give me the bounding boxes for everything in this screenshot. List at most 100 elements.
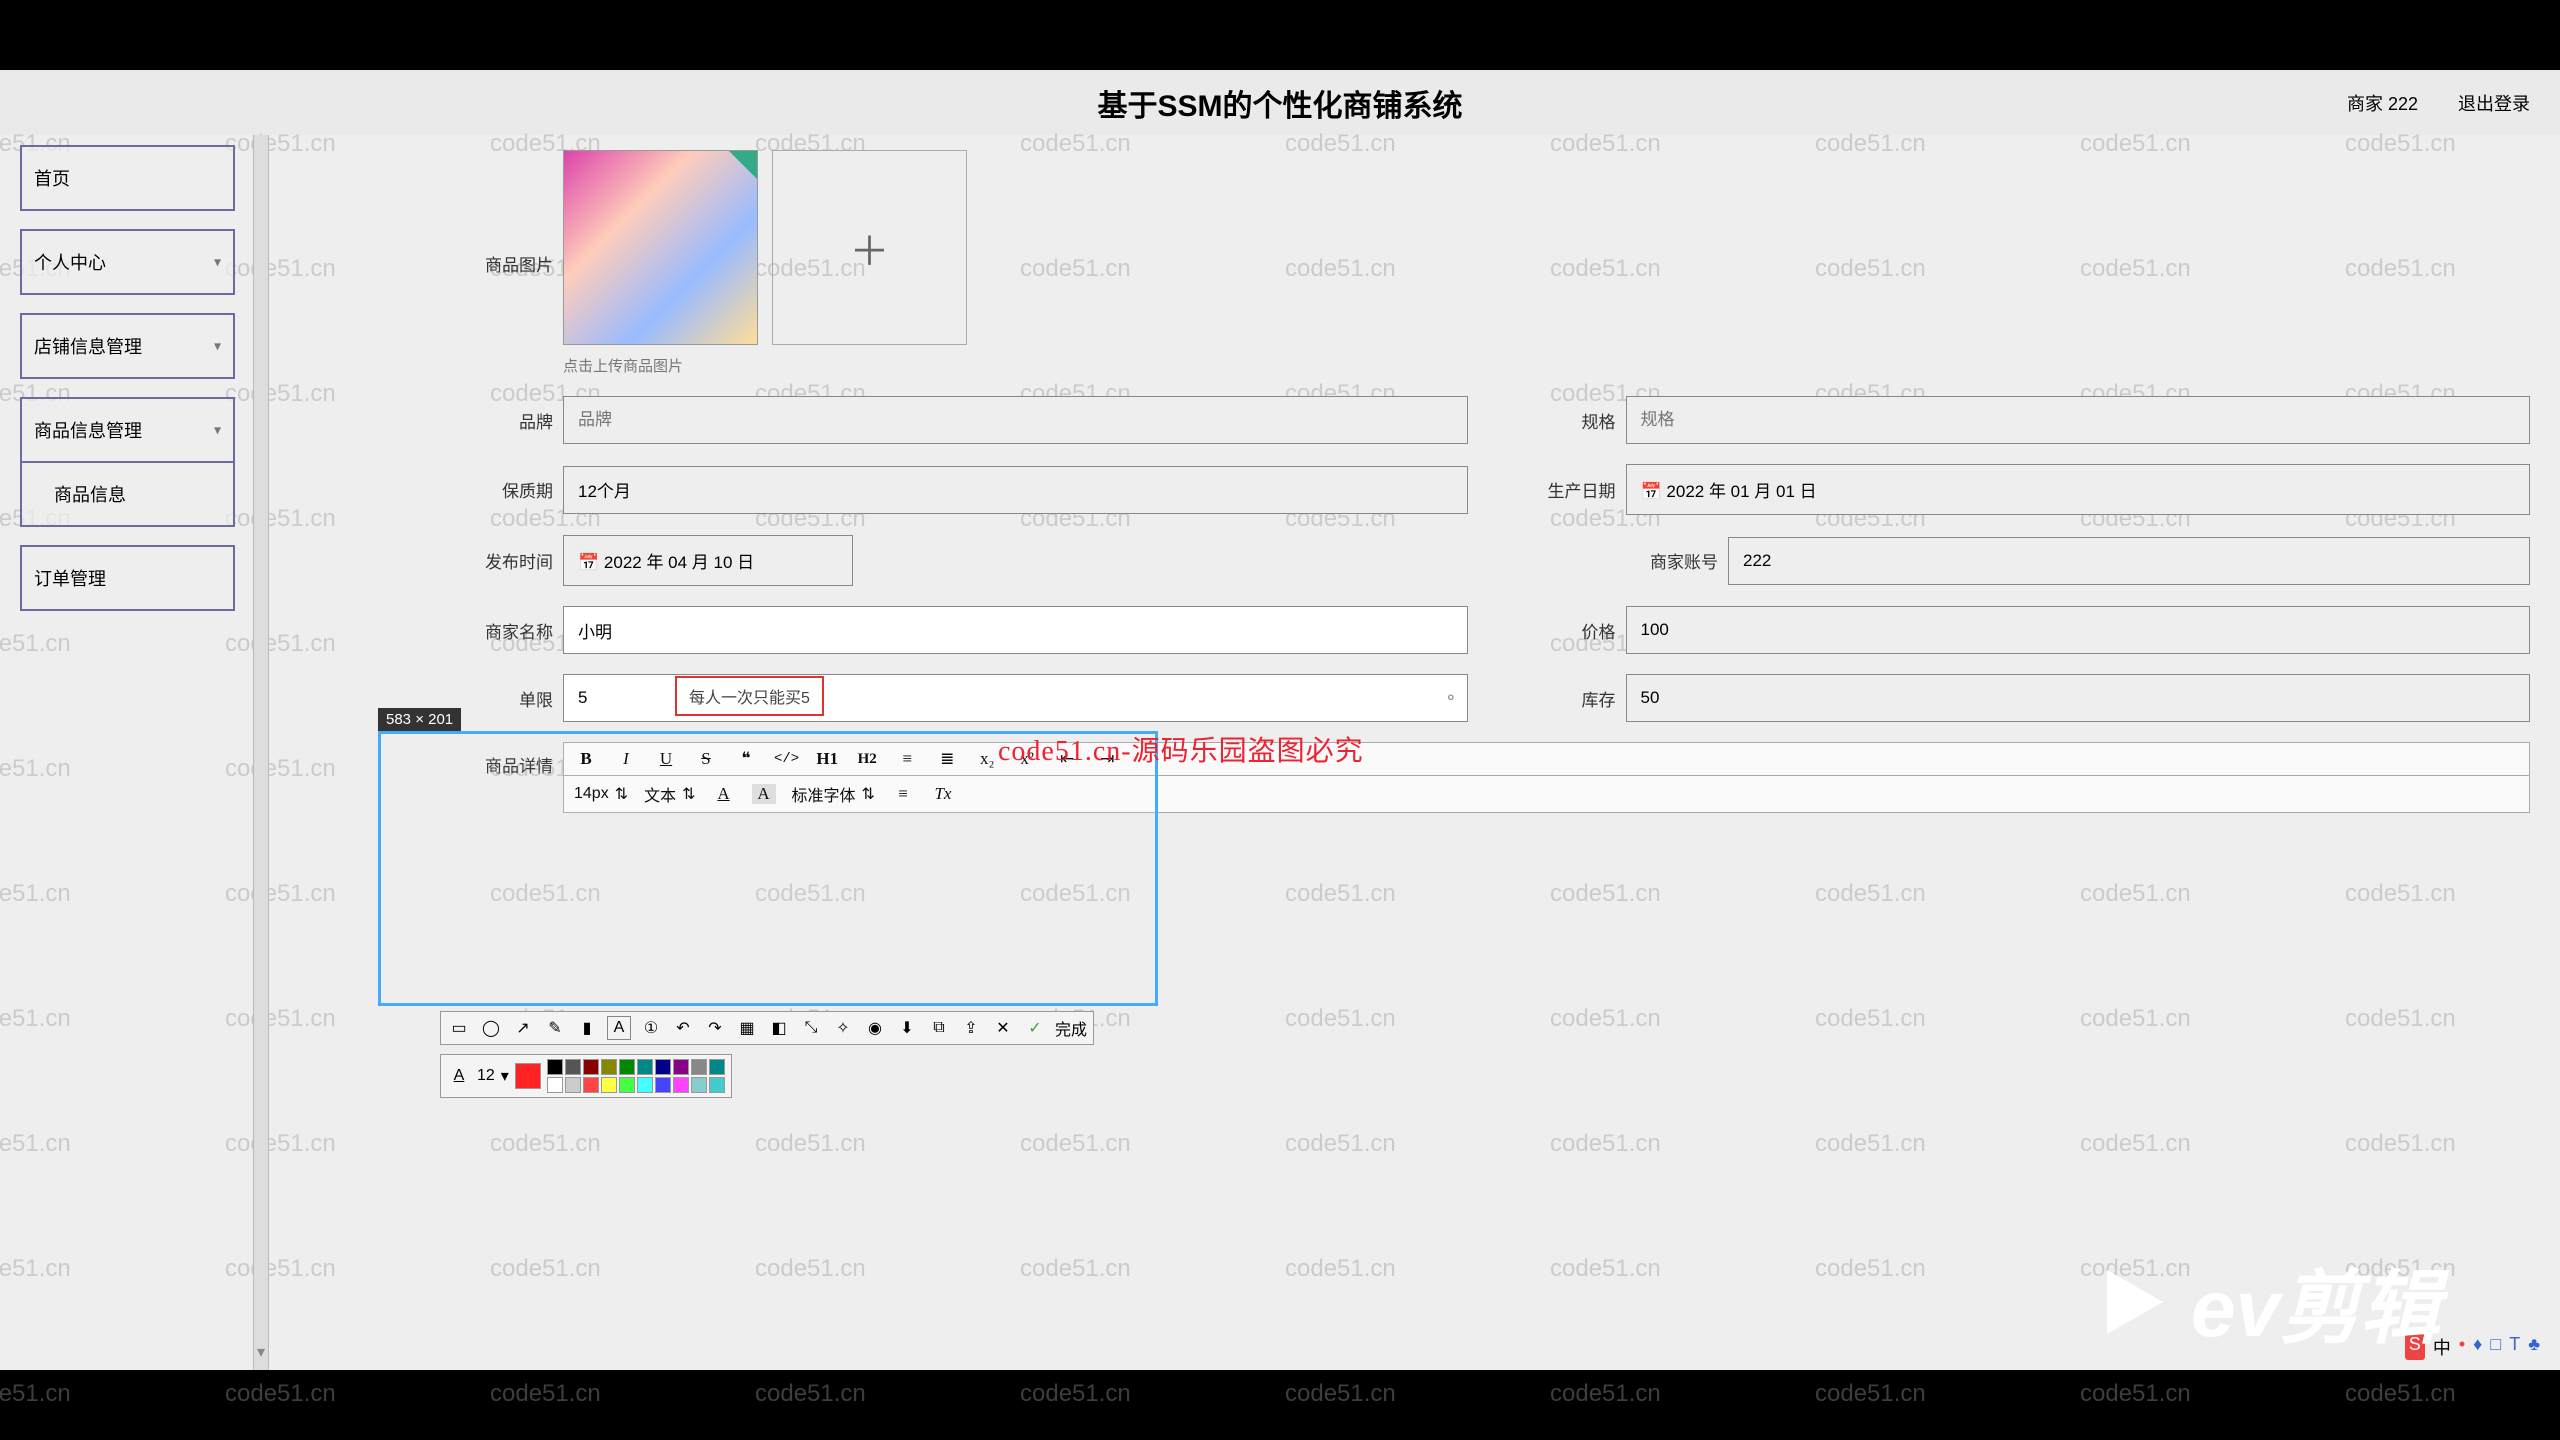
play-icon bbox=[2091, 1262, 2171, 1342]
tray-item[interactable]: ♣ bbox=[2528, 1334, 2540, 1360]
anno-redo-button[interactable]: ↷ bbox=[703, 1016, 727, 1040]
shelf-life-label: 保质期 bbox=[465, 477, 563, 502]
anno-highlight-button[interactable]: ◧ bbox=[767, 1016, 791, 1040]
color-swatch[interactable] bbox=[709, 1059, 725, 1075]
color-toolbar: A 12 ▾ bbox=[440, 1054, 732, 1098]
tray-item[interactable]: • bbox=[2459, 1334, 2465, 1360]
anno-undo-button[interactable]: ↶ bbox=[671, 1016, 695, 1040]
sidebar-item-shop-info[interactable]: 店铺信息管理▾ bbox=[20, 313, 235, 379]
color-swatch[interactable] bbox=[565, 1059, 581, 1075]
tray-item[interactable]: □ bbox=[2490, 1334, 2501, 1360]
merchant-account-label: 商家账号 bbox=[1630, 548, 1728, 573]
chevron-down-icon: ▾ bbox=[214, 338, 221, 355]
anno-counter-button[interactable]: ① bbox=[639, 1016, 663, 1040]
watermark-text: code51.cn bbox=[490, 1380, 601, 1408]
sidebar: 首页 个人中心▾ 店铺信息管理▾ 商品信息管理▾ 商品信息 订单管理 bbox=[0, 135, 255, 1370]
chevron-down-icon: ▾ bbox=[214, 422, 221, 439]
annotation-toolbar: ▭ ◯ ↗ ✎ ▮ A ① ↶ ↷ ▦ ◧ ⤡ ✧ ◉ ⬇ ⧉ ⇪ ✕ ✓ 完成 bbox=[440, 1011, 1094, 1045]
stock-label: 库存 bbox=[1528, 686, 1626, 711]
tray-item[interactable]: T bbox=[2509, 1334, 2520, 1360]
color-swatch[interactable] bbox=[673, 1059, 689, 1075]
color-swatch[interactable] bbox=[583, 1059, 599, 1075]
prod-date-input[interactable]: 📅 2022 年 01 月 01 日 bbox=[1626, 464, 2531, 515]
screenshot-selection-box[interactable] bbox=[378, 731, 1158, 1006]
watermark-text: code51.cn bbox=[1815, 1380, 1926, 1408]
anno-rect-button[interactable]: ▭ bbox=[447, 1016, 471, 1040]
anno-close-button[interactable]: ✕ bbox=[991, 1016, 1015, 1040]
anno-download-button[interactable]: ⬇ bbox=[895, 1016, 919, 1040]
watermark-text: code51.cn bbox=[2080, 1380, 2191, 1408]
merchant-account-input[interactable] bbox=[1728, 537, 2530, 585]
anno-done-label[interactable]: 完成 bbox=[1055, 1016, 1087, 1040]
sidebar-item-product-info[interactable]: 商品信息 bbox=[20, 463, 235, 527]
anno-pencil-button[interactable]: ✎ bbox=[543, 1016, 567, 1040]
color-swatch[interactable] bbox=[673, 1077, 689, 1093]
color-text-icon: A bbox=[447, 1064, 471, 1088]
color-swatch[interactable] bbox=[709, 1077, 725, 1093]
color-swatch[interactable] bbox=[547, 1077, 563, 1093]
color-swatch[interactable] bbox=[583, 1077, 599, 1093]
color-selected-swatch[interactable] bbox=[515, 1063, 541, 1089]
color-swatch[interactable] bbox=[691, 1059, 707, 1075]
anno-confirm-button[interactable]: ✓ bbox=[1023, 1016, 1047, 1040]
stock-input[interactable] bbox=[1626, 674, 2531, 722]
color-swatch[interactable] bbox=[637, 1059, 653, 1075]
publish-label: 发布时间 bbox=[465, 548, 563, 573]
watermark-text: code51.cn bbox=[0, 1380, 71, 1408]
watermark-text: code51.cn bbox=[225, 1380, 336, 1408]
anno-text-button[interactable]: A bbox=[607, 1016, 631, 1040]
publish-date-input[interactable]: 📅 2022 年 04 月 10 日 bbox=[563, 535, 853, 586]
calendar-icon: 📅 bbox=[1641, 482, 1662, 501]
sidebar-item-profile[interactable]: 个人中心▾ bbox=[20, 229, 235, 295]
watermark-text: code51.cn bbox=[1285, 1380, 1396, 1408]
anno-mosaic-button[interactable]: ▦ bbox=[735, 1016, 759, 1040]
watermark-text: code51.cn bbox=[2345, 1380, 2456, 1408]
anno-marker-button[interactable]: ▮ bbox=[575, 1016, 599, 1040]
anno-pin-button[interactable]: ✧ bbox=[831, 1016, 855, 1040]
anno-crop-button[interactable]: ⤡ bbox=[799, 1016, 823, 1040]
color-swatch[interactable] bbox=[619, 1059, 635, 1075]
sidebar-item-home[interactable]: 首页 bbox=[20, 145, 235, 211]
calendar-icon: 📅 bbox=[578, 553, 599, 572]
merchant-name-label: 商家名称 bbox=[465, 618, 563, 643]
brand-label: 品牌 bbox=[465, 408, 563, 433]
spec-input[interactable] bbox=[1626, 396, 2531, 444]
product-thumbnail[interactable] bbox=[563, 150, 758, 345]
anno-ellipse-button[interactable]: ◯ bbox=[479, 1016, 503, 1040]
logout-link[interactable]: 退出登录 bbox=[2458, 90, 2530, 116]
anno-record-button[interactable]: ◉ bbox=[863, 1016, 887, 1040]
watermark-text: code51.cn bbox=[755, 1380, 866, 1408]
color-swatch[interactable] bbox=[655, 1059, 671, 1075]
prod-date-label: 生产日期 bbox=[1528, 477, 1626, 502]
page-title: 基于SSM的个性化商铺系统 bbox=[1097, 81, 1462, 125]
price-label: 价格 bbox=[1528, 618, 1626, 643]
app-header: 基于SSM的个性化商铺系统 商家 222 退出登录 bbox=[0, 70, 2560, 135]
price-input[interactable] bbox=[1626, 606, 2531, 654]
sidebar-item-orders[interactable]: 订单管理 bbox=[20, 545, 235, 611]
color-swatch[interactable] bbox=[565, 1077, 581, 1093]
color-swatch[interactable] bbox=[601, 1077, 617, 1093]
watermark-red: code51.cn-源码乐园盗图必究 bbox=[998, 729, 1364, 769]
image-label: 商品图片 bbox=[465, 251, 563, 276]
color-palette bbox=[547, 1059, 725, 1093]
color-swatch[interactable] bbox=[619, 1077, 635, 1093]
anno-share-button[interactable]: ⇪ bbox=[959, 1016, 983, 1040]
color-swatch[interactable] bbox=[547, 1059, 563, 1075]
shelf-life-input[interactable] bbox=[563, 466, 1468, 514]
color-swatch[interactable] bbox=[691, 1077, 707, 1093]
color-swatch[interactable] bbox=[601, 1059, 617, 1075]
tray-item[interactable]: ♦ bbox=[2473, 1334, 2482, 1360]
color-swatch[interactable] bbox=[637, 1077, 653, 1093]
color-swatch[interactable] bbox=[655, 1077, 671, 1093]
anno-copy-button[interactable]: ⧉ bbox=[927, 1016, 951, 1040]
watermark-text: code51.cn bbox=[1550, 1380, 1661, 1408]
upload-image-button[interactable]: ＋ bbox=[772, 150, 967, 345]
sidebar-item-product-mgmt[interactable]: 商品信息管理▾ bbox=[20, 397, 235, 463]
stepper-icon[interactable]: ⚬ bbox=[1444, 688, 1457, 708]
chevron-down-icon: ▾ bbox=[214, 254, 221, 271]
merchant-info[interactable]: 商家 222 bbox=[2347, 90, 2418, 116]
color-fontsize-select[interactable]: 12 ▾ bbox=[477, 1066, 509, 1086]
brand-input[interactable] bbox=[563, 396, 1468, 444]
anno-arrow-button[interactable]: ↗ bbox=[511, 1016, 535, 1040]
merchant-name-input[interactable] bbox=[563, 606, 1468, 654]
